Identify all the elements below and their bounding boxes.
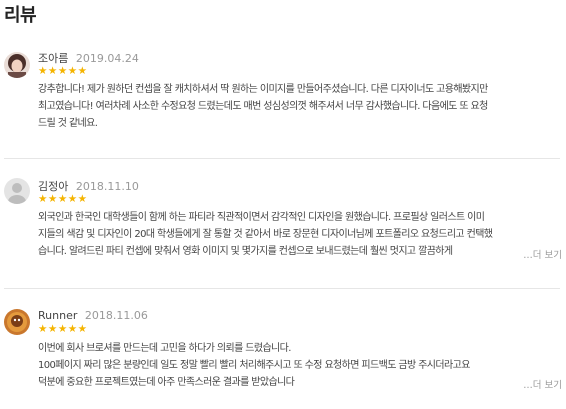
rating-stars: ★★★★★ bbox=[38, 323, 88, 335]
review-text: 이번에 회사 브로셔를 만드는데 고민을 하다가 의뢰를 드렸습니다. 100페… bbox=[38, 340, 560, 391]
avatar bbox=[4, 52, 30, 78]
review-meta: Runner 2018.11.06 bbox=[38, 309, 148, 322]
reviewer-name: 김정아 bbox=[38, 180, 69, 193]
review-line: 지들의 색감 및 디자인이 20대 학생들에게 잘 통할 것 같아서 바로 장문… bbox=[38, 229, 493, 240]
show-more-link[interactable]: …더 보기 bbox=[519, 377, 562, 391]
page-title: 리뷰 bbox=[4, 5, 37, 26]
reviewer-name: Runner bbox=[38, 309, 78, 322]
review-line: 이번에 회사 브로셔를 만드는데 고민을 하다가 의뢰를 드렸습니다. bbox=[38, 343, 291, 354]
review-line: 드릴 것 같네요. bbox=[38, 118, 98, 129]
review-divider bbox=[4, 158, 560, 159]
review-line: 강추합니다! 제가 원하던 컨셉을 잘 캐치하셔서 딱 원하는 이미지를 만들어… bbox=[38, 84, 488, 95]
review-line: 습니다. 알려드린 파티 컨셉에 맞춰서 영화 이미지 및 몇가지를 컨셉으로 … bbox=[38, 246, 453, 257]
rating-stars: ★★★★★ bbox=[38, 65, 88, 77]
review-text: 외국인과 한국인 대학생들이 함께 하는 파티라 직관적이면서 감각적인 디자인… bbox=[38, 209, 560, 260]
review-meta: 조아름 2019.04.24 bbox=[38, 50, 139, 66]
review-divider bbox=[4, 288, 560, 289]
review-text: 강추합니다! 제가 원하던 컨셉을 잘 캐치하셔서 딱 원하는 이미지를 만들어… bbox=[38, 81, 560, 132]
review-line: 덕분에 중요한 프로젝트였는데 아주 만족스러운 결과를 받았습니다 bbox=[38, 377, 295, 388]
review-meta: 김정아 2018.11.10 bbox=[38, 178, 139, 194]
review-date: 2019.04.24 bbox=[75, 52, 139, 65]
show-more-link[interactable]: …더 보기 bbox=[519, 247, 562, 261]
review-date: 2018.11.10 bbox=[75, 180, 139, 193]
rating-stars: ★★★★★ bbox=[38, 193, 88, 205]
review-line: 외국인과 한국인 대학생들이 함께 하는 파티라 직관적이면서 감각적인 디자인… bbox=[38, 212, 485, 223]
avatar bbox=[4, 309, 30, 335]
reviewer-name: 조아름 bbox=[38, 52, 69, 65]
review-line: 최고였습니다! 여러차례 사소한 수정요청 드렸는데도 매번 성심성의껏 해주셔… bbox=[38, 101, 488, 112]
review-line: 100페이지 짜리 많은 분량인데 일도 정말 빨리 빨리 처리해주시고 또 수… bbox=[38, 360, 470, 371]
avatar bbox=[4, 178, 30, 204]
review-date: 2018.11.06 bbox=[84, 309, 148, 322]
